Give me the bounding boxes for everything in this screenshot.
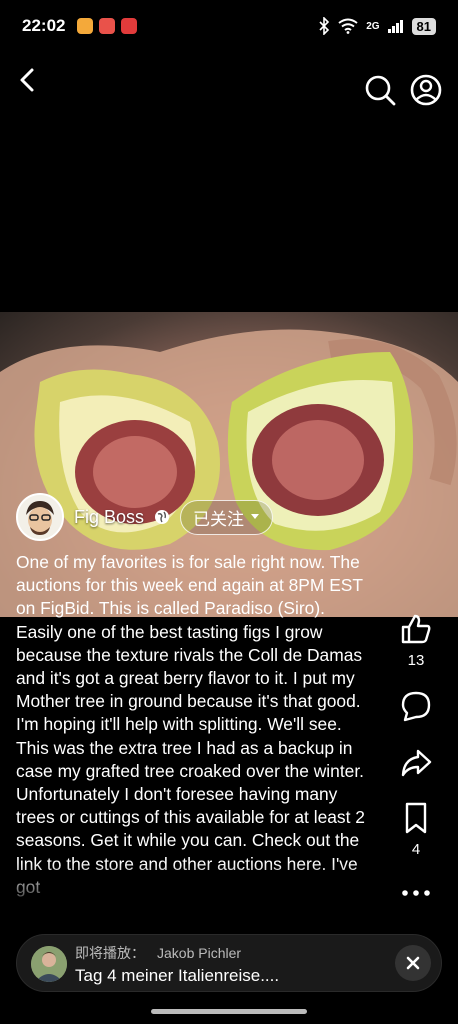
author-avatar[interactable] — [16, 493, 64, 541]
account-circle-icon — [410, 74, 442, 106]
up-next-title: Tag 4 meiner Italienreise.... — [75, 966, 280, 985]
like-button[interactable] — [399, 612, 433, 646]
more-horizontal-icon — [402, 890, 430, 896]
notification-app-icon — [77, 18, 94, 34]
up-next-label: 即将播放： — [75, 945, 145, 961]
notification-app-icon — [121, 18, 138, 34]
chevron-left-icon — [20, 68, 34, 92]
wifi-icon — [338, 18, 358, 34]
share-arrow-icon — [401, 749, 432, 777]
comment-icon — [401, 691, 431, 722]
up-next-bar[interactable]: 即将播放： Jakob Pichler Tag 4 meiner Italienr… — [16, 934, 442, 992]
account-button[interactable] — [408, 72, 444, 108]
cartoon-face-icon — [18, 495, 62, 539]
post-caption[interactable]: One of my favorites is for sale right no… — [16, 551, 372, 913]
globe-icon — [155, 510, 170, 524]
like-count: 13 — [407, 652, 425, 669]
bluetooth-icon — [319, 17, 330, 35]
author-name[interactable]: Fig Boss — [74, 507, 144, 528]
thumbs-up-icon — [401, 614, 431, 644]
notification-app-icon — [99, 18, 116, 34]
follow-label: 已关注 — [193, 509, 245, 529]
bookmark-icon — [405, 802, 427, 834]
status-left: 22:02 — [22, 16, 138, 36]
share-button[interactable] — [399, 745, 433, 779]
close-button[interactable] — [395, 945, 431, 981]
top-nav — [0, 60, 458, 116]
more-button[interactable] — [399, 876, 433, 910]
network-type: 2G — [366, 20, 380, 32]
save-count: 4 — [411, 841, 421, 858]
comment-button[interactable] — [399, 689, 433, 723]
status-time: 22:02 — [22, 16, 66, 35]
chevron-down-icon — [251, 514, 260, 519]
channel-avatar — [31, 946, 67, 982]
person-photo-icon — [31, 946, 67, 982]
author-row: Fig Boss 已关注 — [16, 493, 274, 541]
up-next-line: 即将播放： Jakob Pichler — [75, 943, 241, 963]
follow-button[interactable]: 已关注 — [180, 499, 274, 535]
back-button[interactable] — [12, 62, 48, 102]
channel-name: Jakob Pichler — [157, 945, 242, 961]
status-bar: 22:02 2G 81 — [0, 0, 458, 52]
search-icon — [365, 75, 396, 106]
save-button[interactable] — [399, 801, 433, 835]
status-right: 2G 81 — [318, 17, 436, 35]
battery-indicator: 81 — [411, 17, 436, 35]
signal-icon — [387, 20, 403, 33]
home-indicator[interactable] — [151, 1009, 307, 1014]
close-icon — [406, 956, 420, 970]
search-button[interactable] — [362, 72, 398, 108]
side-actions: 13 4 — [388, 612, 444, 910]
